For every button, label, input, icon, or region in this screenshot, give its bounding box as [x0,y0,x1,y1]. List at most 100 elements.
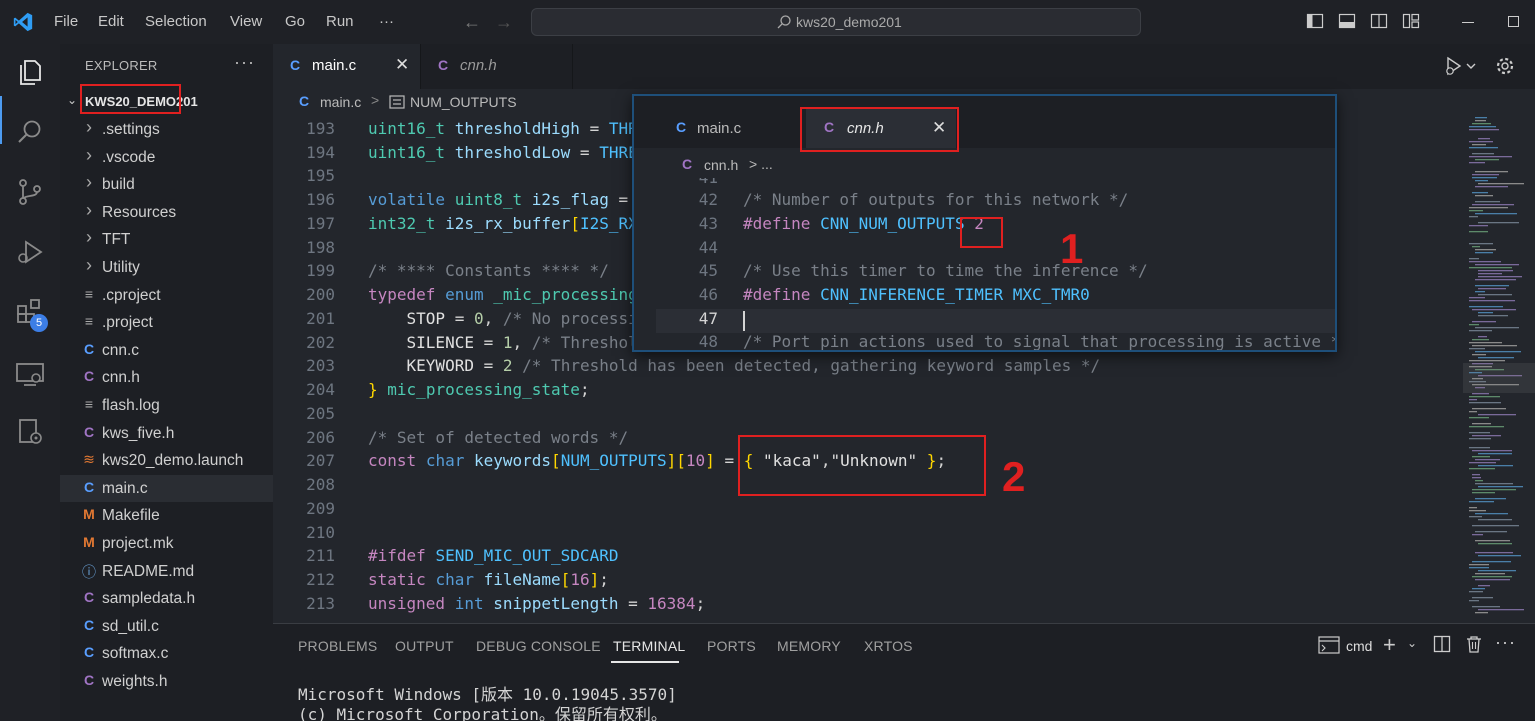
explorer-item[interactable]: Mproject.mk [60,530,273,557]
tab-main-c[interactable]: C main.c ✕ [273,44,421,89]
minimap-line [1472,597,1493,599]
new-terminal-icon[interactable]: + [1383,632,1396,658]
code-line: 203 KEYWORD = 2 /* Threshold has been de… [306,356,1101,375]
explorer-item-label: kws_five.h [102,424,175,442]
explorer-item[interactable]: ≡ flash.log [60,392,273,419]
minimap-line [1475,249,1496,251]
minimap-line [1469,402,1501,404]
panel-tab-memory[interactable]: MEMORY [777,638,841,654]
explorer-item[interactable]: ≋ kws20_demo.launch [60,447,273,474]
toggle-panel-icon[interactable] [1338,12,1356,30]
menu-go[interactable]: Go [285,0,305,44]
breadcrumb-symbol[interactable]: NUM_OUTPUTS [410,94,517,110]
search-icon[interactable] [14,116,46,148]
explorer-item[interactable]: Csd_util.c [60,613,273,640]
menu-more[interactable]: ··· [379,0,394,44]
menu-file[interactable]: File [54,0,78,44]
explorer-item[interactable]: › .vscode [60,144,273,171]
customize-layout-icon[interactable] [1402,12,1420,30]
panel-tab-problems[interactable]: PROBLEMS [298,638,377,654]
explorer-item[interactable]: › build [60,171,273,198]
toggle-sidebar-icon[interactable] [1306,12,1324,30]
panel-tab-debug-console[interactable]: DEBUG CONSOLE [476,638,601,654]
minimap-line [1469,231,1488,233]
close-icon[interactable]: ✕ [395,55,409,75]
explorer-item[interactable]: Ckws_five.h [60,420,273,447]
current-line: 47 [656,309,1335,333]
explorer-item[interactable]: Cmain.c [60,474,273,502]
minimap-line [1469,510,1486,512]
menu-view[interactable]: View [230,0,262,44]
peek-breadcrumb-file[interactable]: cnn.h [704,157,738,173]
explorer-title: EXPLORER [85,58,158,73]
explorer-item[interactable]: M Makefile [60,502,273,529]
minimap-line [1469,447,1490,449]
minimap-line [1472,321,1496,323]
explorer-item[interactable]: › Resources [60,199,273,226]
nav-forward-icon[interactable]: → [495,12,513,33]
explorer-item[interactable]: › TFT [60,226,273,253]
maximize-icon[interactable] [1508,16,1519,27]
minimap-line [1475,180,1488,182]
breadcrumb-file[interactable]: main.c [320,94,361,110]
menu-edit[interactable]: Edit [98,0,124,44]
vscode-logo-icon [13,12,33,32]
minimap-slider[interactable] [1463,363,1535,393]
chevron-down-icon[interactable]: ⌄ [1407,636,1417,650]
minimap-line [1475,264,1519,266]
panel-more-icon[interactable]: ··· [1495,632,1516,653]
minimap-line [1472,309,1516,311]
explorer-item[interactable]: ≡ .project [60,309,273,336]
explorer-item[interactable]: Cweights.h [60,668,273,695]
minimap-line [1475,612,1488,614]
minimize-icon[interactable] [1462,22,1474,23]
explorer-item[interactable]: › .settings [60,116,273,143]
run-debug-icon[interactable] [14,236,46,268]
panel-tab-xrtos[interactable]: XRTOS [864,638,913,654]
nav-back-icon[interactable]: ← [463,12,481,33]
explorer-item[interactable]: ⓘ README.md [60,558,273,585]
trash-icon[interactable] [1465,635,1483,653]
tab-cnn-h[interactable]: C cnn.h [421,44,573,89]
explorer-item[interactable]: Csoftmax.c [60,640,273,667]
explorer-item[interactable]: › Utility [60,254,273,281]
device-manager-icon[interactable] [14,416,46,448]
minimap-line [1475,195,1493,197]
minimap-line [1472,525,1519,527]
remote-explorer-icon[interactable] [14,358,46,390]
minimap-line [1469,225,1488,227]
minimap-line [1478,273,1502,275]
minimap-line [1472,492,1495,494]
minimap-line [1469,126,1496,128]
minimap-line [1469,141,1493,143]
annotation-box-keywords [738,435,986,496]
minimap-line [1472,588,1485,590]
run-icon[interactable] [1445,56,1479,76]
explorer-more-icon[interactable]: ··· [234,52,255,73]
minimap-line [1469,342,1502,344]
peek-code[interactable]: 41 42/* Number of outputs for this netwo… [656,178,1335,350]
explorer-item[interactable]: Ccnn.h [60,364,273,391]
explorer-item[interactable]: Ccnn.c [60,337,273,364]
gear-icon[interactable] [1495,56,1515,76]
menu-selection[interactable]: Selection [145,0,207,44]
peek-tab-main-c[interactable]: C main.c [634,109,800,148]
panel-tab-ports[interactable]: PORTS [707,638,756,654]
explorer-item[interactable]: Csampledata.h [60,585,273,612]
source-control-icon[interactable] [14,176,46,208]
explorer-item[interactable]: ≡ .cproject [60,282,273,309]
minimap-line [1478,555,1521,557]
toggle-secondary-sidebar-icon[interactable] [1370,12,1388,30]
panel-tab-terminal[interactable]: TERMINAL [613,638,685,654]
minimap-line [1478,609,1524,611]
minimap-line [1469,567,1489,569]
explorer-item-label: .settings [102,121,160,138]
split-terminal-icon[interactable] [1433,635,1451,653]
minimap[interactable] [1463,115,1535,623]
terminal-name[interactable]: cmd [1346,638,1372,654]
command-center-search[interactable]: kws20_demo201 [531,8,1141,36]
minimap-line [1472,204,1514,206]
panel-tab-output[interactable]: OUTPUT [395,638,454,654]
explorer-icon[interactable] [14,56,46,88]
menu-run[interactable]: Run [326,0,354,44]
